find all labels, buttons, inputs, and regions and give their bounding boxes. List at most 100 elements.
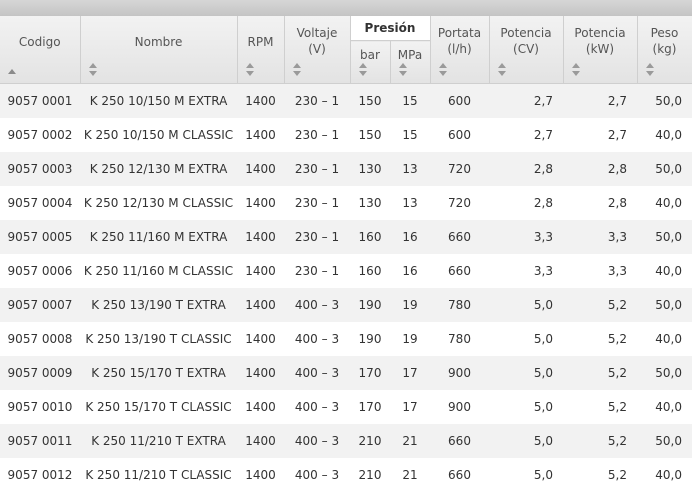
table-row[interactable]: 9057 0007K 250 13/190 T EXTRA1400400 – 3… xyxy=(0,288,692,322)
cell-mpa: 15 xyxy=(390,84,430,119)
cell-codigo: 9057 0009 xyxy=(0,356,80,390)
cell-bar: 150 xyxy=(350,118,390,152)
cell-codigo: 9057 0006 xyxy=(0,254,80,288)
cell-portata: 720 xyxy=(430,186,489,220)
sort-icon[interactable] xyxy=(645,63,654,77)
cell-bar: 170 xyxy=(350,356,390,390)
cell-potencia-cv: 5,0 xyxy=(489,424,563,458)
cell-potencia-kw: 5,2 xyxy=(563,390,637,424)
table-row[interactable]: 9057 0008K 250 13/190 T CLASSIC1400400 –… xyxy=(0,322,692,356)
cell-nombre: K 250 13/190 T EXTRA xyxy=(80,288,237,322)
table-row[interactable]: 9057 0003K 250 12/130 M EXTRA1400230 – 1… xyxy=(0,152,692,186)
column-header-bar[interactable]: bar xyxy=(350,41,390,84)
column-header-nombre-label: Nombre xyxy=(81,16,237,50)
product-table: Codigo Nombre RPM Voltaje (V) Presión Po… xyxy=(0,16,692,492)
cell-voltaje: 400 – 3 xyxy=(284,390,350,424)
sort-icon[interactable] xyxy=(571,63,580,77)
cell-codigo: 9057 0003 xyxy=(0,152,80,186)
column-header-mpa-label: MPa xyxy=(391,41,430,63)
table-row[interactable]: 9057 0001K 250 10/150 M EXTRA1400230 – 1… xyxy=(0,84,692,119)
cell-potencia-kw: 5,2 xyxy=(563,424,637,458)
column-header-potencia-kw-unit: (kW) xyxy=(564,41,637,57)
cell-voltaje: 400 – 3 xyxy=(284,424,350,458)
cell-peso: 50,0 xyxy=(637,424,692,458)
cell-portata: 900 xyxy=(430,390,489,424)
column-header-voltaje-label: Voltaje xyxy=(285,16,350,41)
cell-rpm: 1400 xyxy=(237,390,284,424)
table-row[interactable]: 9057 0010K 250 15/170 T CLASSIC1400400 –… xyxy=(0,390,692,424)
cell-peso: 40,0 xyxy=(637,322,692,356)
cell-potencia-kw: 3,3 xyxy=(563,254,637,288)
cell-voltaje: 400 – 3 xyxy=(284,288,350,322)
cell-bar: 210 xyxy=(350,424,390,458)
cell-mpa: 15 xyxy=(390,118,430,152)
cell-mpa: 21 xyxy=(390,424,430,458)
cell-peso: 50,0 xyxy=(637,84,692,119)
cell-nombre: K 250 13/190 T CLASSIC xyxy=(80,322,237,356)
cell-peso: 50,0 xyxy=(637,356,692,390)
column-header-peso-unit: (kg) xyxy=(638,41,692,57)
sort-icon[interactable] xyxy=(245,63,254,77)
sort-icon[interactable] xyxy=(497,63,506,77)
table-row[interactable]: 9057 0002K 250 10/150 M CLASSIC1400230 –… xyxy=(0,118,692,152)
cell-codigo: 9057 0005 xyxy=(0,220,80,254)
cell-portata: 720 xyxy=(430,152,489,186)
sort-icon[interactable] xyxy=(292,63,301,77)
cell-rpm: 1400 xyxy=(237,322,284,356)
table-row[interactable]: 9057 0009K 250 15/170 T EXTRA1400400 – 3… xyxy=(0,356,692,390)
table-row[interactable]: 9057 0011K 250 11/210 T EXTRA1400400 – 3… xyxy=(0,424,692,458)
cell-bar: 130 xyxy=(350,186,390,220)
sort-icon[interactable] xyxy=(438,63,447,77)
cell-potencia-kw: 5,2 xyxy=(563,288,637,322)
cell-mpa: 19 xyxy=(390,288,430,322)
table-top-bar xyxy=(0,0,692,17)
cell-potencia-cv: 2,8 xyxy=(489,152,563,186)
column-group-presion: Presión xyxy=(350,16,430,41)
column-header-potencia-kw[interactable]: Potencia (kW) xyxy=(563,16,637,84)
cell-rpm: 1400 xyxy=(237,288,284,322)
cell-nombre: K 250 11/210 T EXTRA xyxy=(80,424,237,458)
cell-rpm: 1400 xyxy=(237,152,284,186)
column-header-mpa[interactable]: MPa xyxy=(390,41,430,84)
cell-nombre: K 250 15/170 T CLASSIC xyxy=(80,390,237,424)
cell-portata: 660 xyxy=(430,254,489,288)
cell-potencia-cv: 2,7 xyxy=(489,84,563,119)
cell-peso: 40,0 xyxy=(637,186,692,220)
cell-nombre: K 250 11/160 M EXTRA xyxy=(80,220,237,254)
cell-portata: 900 xyxy=(430,356,489,390)
cell-nombre: K 250 11/160 M CLASSIC xyxy=(80,254,237,288)
column-header-portata[interactable]: Portata (l/h) xyxy=(430,16,489,84)
table-row[interactable]: 9057 0006K 250 11/160 M CLASSIC1400230 –… xyxy=(0,254,692,288)
cell-voltaje: 230 – 1 xyxy=(284,84,350,119)
cell-portata: 780 xyxy=(430,288,489,322)
table-row[interactable]: 9057 0004K 250 12/130 M CLASSIC1400230 –… xyxy=(0,186,692,220)
cell-voltaje: 400 – 3 xyxy=(284,322,350,356)
cell-potencia-kw: 2,8 xyxy=(563,152,637,186)
cell-potencia-cv: 3,3 xyxy=(489,254,563,288)
sort-icon[interactable] xyxy=(358,63,367,77)
cell-potencia-cv: 5,0 xyxy=(489,288,563,322)
sort-icon[interactable] xyxy=(398,63,407,77)
column-header-potencia-cv[interactable]: Potencia (CV) xyxy=(489,16,563,84)
column-header-potencia-cv-unit: (CV) xyxy=(490,41,563,57)
cell-peso: 40,0 xyxy=(637,118,692,152)
cell-mpa: 17 xyxy=(390,356,430,390)
column-header-rpm[interactable]: RPM xyxy=(237,16,284,84)
column-header-peso[interactable]: Peso (kg) xyxy=(637,16,692,84)
column-header-peso-label: Peso xyxy=(638,16,692,41)
column-header-voltaje[interactable]: Voltaje (V) xyxy=(284,16,350,84)
sort-asc-icon[interactable] xyxy=(7,63,16,77)
cell-mpa: 16 xyxy=(390,254,430,288)
cell-rpm: 1400 xyxy=(237,186,284,220)
column-header-nombre[interactable]: Nombre xyxy=(80,16,237,84)
table-row[interactable]: 9057 0005K 250 11/160 M EXTRA1400230 – 1… xyxy=(0,220,692,254)
cell-mpa: 13 xyxy=(390,152,430,186)
sort-icon[interactable] xyxy=(88,63,97,77)
column-header-portata-label: Portata xyxy=(431,16,489,41)
cell-mpa: 17 xyxy=(390,390,430,424)
cell-potencia-cv: 5,0 xyxy=(489,322,563,356)
column-header-codigo-label: Codigo xyxy=(0,16,80,50)
cell-nombre: K 250 12/130 M CLASSIC xyxy=(80,186,237,220)
cell-peso: 50,0 xyxy=(637,152,692,186)
column-header-codigo[interactable]: Codigo xyxy=(0,16,80,84)
